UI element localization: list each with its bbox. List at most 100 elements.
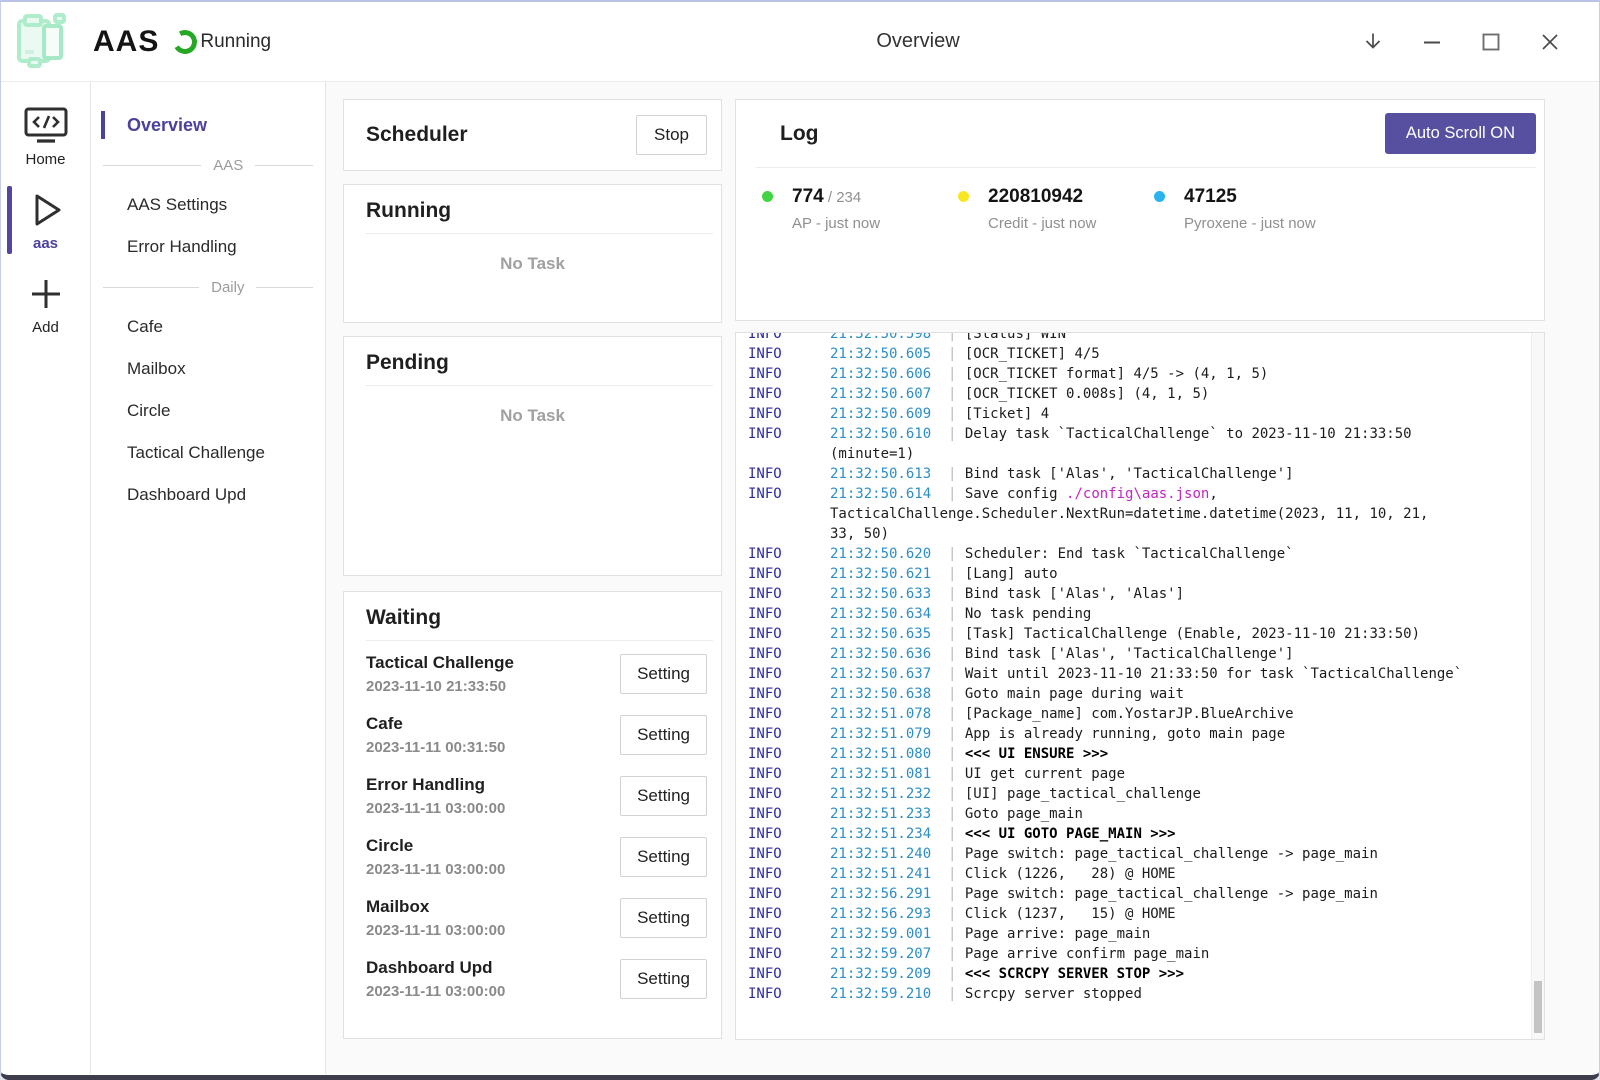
stat-value: 220810942 (988, 186, 1083, 207)
log-message: 21:32:51.078 | [Package_name] com.Yostar… (830, 704, 1294, 724)
setting-button[interactable]: Setting (620, 837, 707, 877)
stat-label: AP - just now (792, 215, 958, 232)
log-message: 21:32:51.232 | [UI] page_tactical_challe… (830, 784, 1201, 804)
log-message: 21:32:59.207 | Page arrive confirm page_… (830, 944, 1209, 964)
minimize-button[interactable] (1419, 29, 1445, 55)
log-separator: | (931, 966, 965, 982)
log-message: 21:32:59.209 | <<< SCRCPY SERVER STOP >>… (830, 964, 1184, 984)
stat-value-row: 220810942 (988, 186, 1154, 208)
divider-line (103, 287, 199, 288)
log-title: Log (758, 122, 818, 146)
nav-item-overview[interactable]: Overview (91, 104, 325, 146)
nav-item-circle[interactable]: Circle (91, 390, 325, 432)
log-separator: | (931, 346, 965, 362)
stat-pyroxene: 47125Pyroxene - just now (1154, 186, 1350, 232)
waiting-task-info: Circle2023-11-11 03:00:00 (366, 836, 505, 878)
log-timestamp: 21:32:50.635 (830, 626, 931, 642)
stop-button[interactable]: Stop (636, 115, 707, 155)
log-message: 21:32:56.293 | Click (1237, 15) @ HOME (830, 904, 1176, 924)
update-download-button[interactable] (1360, 29, 1386, 55)
waiting-task-row-circle: Circle2023-11-11 03:00:00 Setting (366, 826, 707, 887)
log-timestamp: 21:32:59.207 (830, 946, 931, 962)
log-separator: | (931, 926, 965, 942)
close-icon (1538, 30, 1562, 54)
log-level: INFO (748, 724, 830, 744)
log-timestamp: 21:32:51.078 (830, 706, 931, 722)
log-level: INFO (748, 424, 830, 444)
log-separator: | (931, 626, 965, 642)
log-timestamp: 21:32:50.621 (830, 566, 931, 582)
rail-label-add: Add (32, 319, 59, 336)
log-message: 21:32:50.637 | Wait until 2023-11-10 21:… (830, 664, 1462, 684)
log-message: 21:32:51.080 | <<< UI ENSURE >>> (830, 744, 1108, 764)
setting-button[interactable]: Setting (620, 715, 707, 755)
log-level: INFO (748, 384, 830, 404)
log-separator: | (931, 826, 965, 842)
rail-item-add[interactable]: Add (1, 264, 90, 344)
log-level: INFO (748, 484, 830, 504)
nav-item-error-handling[interactable]: Error Handling (91, 226, 325, 268)
page-title: Overview (876, 30, 959, 53)
log-separator: | (931, 806, 965, 822)
setting-button[interactable]: Setting (620, 654, 707, 694)
rail-item-aas[interactable]: aas (1, 180, 90, 260)
setting-button[interactable]: Setting (620, 776, 707, 816)
minimize-icon (1420, 30, 1444, 54)
rail-item-home[interactable]: Home (1, 96, 90, 176)
nav-section-label: AAS (213, 157, 243, 174)
log-scrollbar[interactable] (1531, 333, 1544, 1039)
waiting-task-name: Circle (366, 836, 505, 856)
log-message: 21:32:51.234 | <<< UI GOTO PAGE_MAIN >>> (830, 824, 1176, 844)
divider (366, 233, 713, 234)
log-level: INFO (748, 924, 830, 944)
log-timestamp: 21:32:59.001 (830, 926, 931, 942)
log-timestamp: 21:32:50.636 (830, 646, 931, 662)
log-line: INFO21:32:51.079 | App is already runnin… (748, 724, 1544, 744)
nav-section-label: Daily (211, 279, 244, 296)
rail-label-home: Home (25, 151, 65, 168)
log-timestamp: 21:32:51.234 (830, 826, 931, 842)
brand: AAS Running (1, 12, 271, 72)
auto-scroll-button[interactable]: Auto Scroll ON (1385, 113, 1536, 154)
divider (366, 385, 713, 386)
close-button[interactable] (1537, 29, 1563, 55)
play-icon (25, 190, 67, 230)
log-level: INFO (748, 604, 830, 624)
nav-item-tactical-challenge[interactable]: Tactical Challenge (91, 432, 325, 474)
log-card-header: Log Auto Scroll ON (736, 100, 1544, 167)
nav-item-cafe[interactable]: Cafe (91, 306, 325, 348)
log-line: INFO21:32:51.234 | <<< UI GOTO PAGE_MAIN… (748, 824, 1544, 844)
log-line: INFO21:32:50.613 | Bind task ['Alas', 'T… (748, 464, 1544, 484)
nav-list: Overview AAS AAS SettingsError Handling Dai… (91, 104, 325, 516)
log-line: INFO21:32:50.637 | Wait until 2023-11-10… (748, 664, 1544, 684)
log-separator: | (931, 746, 965, 762)
log-line: INFO21:32:51.233 | Goto page_main (748, 804, 1544, 824)
log-separator: | (931, 566, 965, 582)
setting-button[interactable]: Setting (620, 898, 707, 938)
log-level: INFO (748, 804, 830, 824)
log-line: INFO21:32:50.598 | [Status] WIN (748, 332, 1544, 344)
log-level: INFO (748, 704, 830, 724)
log-level (748, 524, 830, 544)
log-line: INFO21:32:50.620 | Scheduler: End task `… (748, 544, 1544, 564)
log-level: INFO (748, 764, 830, 784)
log-timestamp: 21:32:50.607 (830, 386, 931, 402)
log-line: INFO21:32:50.633 | Bind task ['Alas', 'A… (748, 584, 1544, 604)
log-level: INFO (748, 824, 830, 844)
waiting-task-name: Dashboard Upd (366, 958, 505, 978)
icon-rail: Home aas Add (1, 82, 91, 1074)
nav-item-mailbox[interactable]: Mailbox (91, 348, 325, 390)
log-timestamp: 21:32:50.609 (830, 406, 931, 422)
nav-item-dashboard-upd[interactable]: Dashboard Upd (91, 474, 325, 516)
nav-item-aas-settings[interactable]: AAS Settings (91, 184, 325, 226)
maximize-button[interactable] (1478, 29, 1504, 55)
waiting-task-row-dashboard-upd: Dashboard Upd2023-11-11 03:00:00Setting (366, 948, 707, 1009)
log-message: 21:32:50.614 | Save config ./config\aas.… (830, 484, 1218, 504)
main-content: Scheduler Stop Running No Task Pending N… (326, 82, 1599, 1074)
log-stats: 774 / 234AP - just now220810942Credit - … (736, 168, 1544, 232)
divider-line (256, 287, 313, 288)
scrollbar-thumb[interactable] (1534, 981, 1542, 1033)
setting-button[interactable]: Setting (620, 959, 707, 999)
log-panel[interactable]: INFO21:32:50.598 | [Status] WININFO21:32… (735, 332, 1545, 1040)
divider-line (103, 165, 201, 166)
